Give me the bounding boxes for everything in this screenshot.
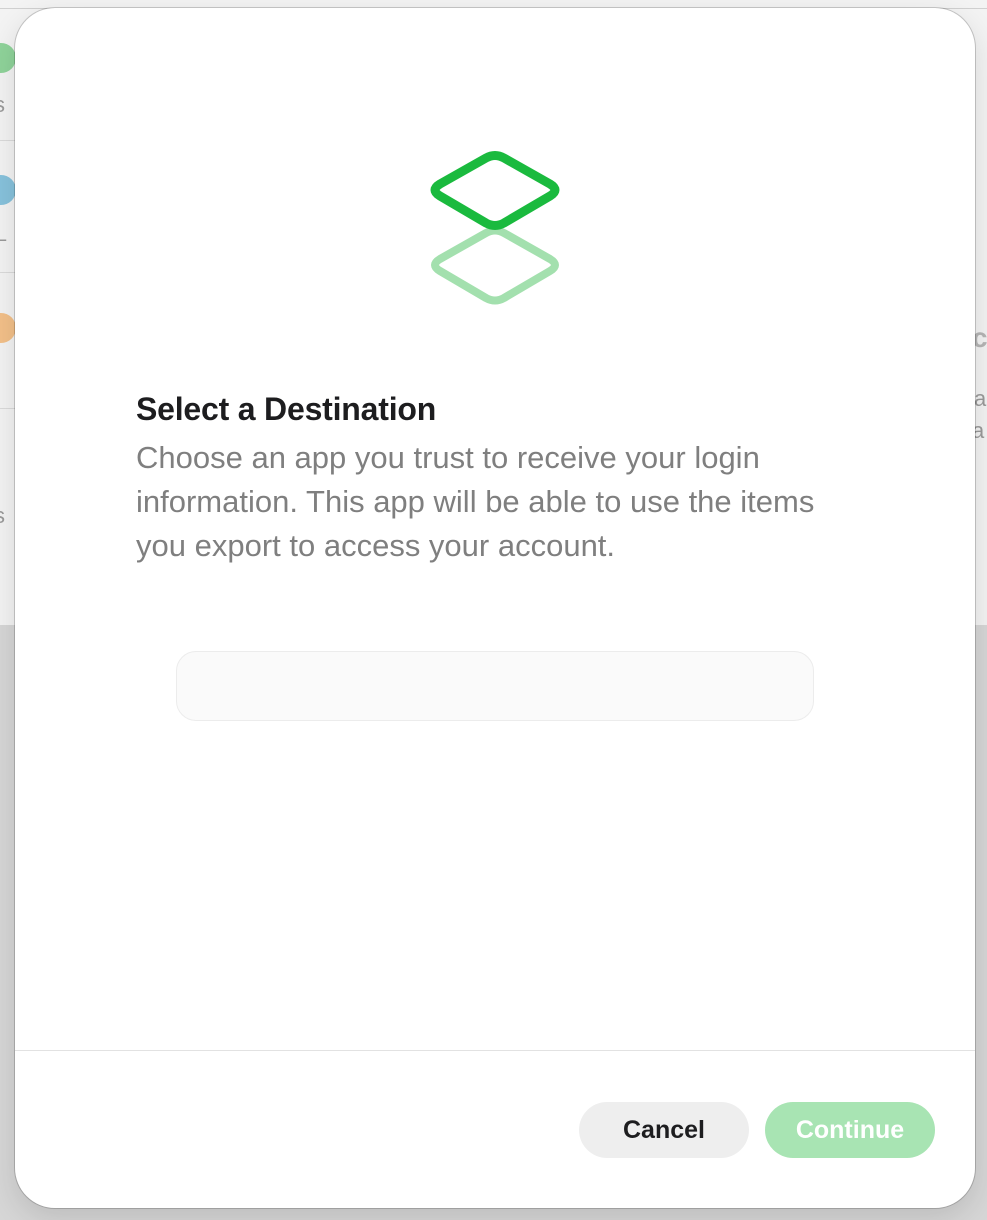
background-text-fragment: a	[974, 386, 987, 411]
background-text-fragment: –	[0, 226, 6, 252]
dialog-description: Choose an app you trust to receive your …	[136, 440, 815, 563]
cancel-button[interactable]: Cancel	[579, 1102, 749, 1158]
select-destination-sheet: Select a Destination Choose an app you t…	[15, 8, 975, 1208]
background-text-fragment: s	[0, 503, 5, 529]
background-text-fragment: s	[0, 92, 5, 118]
continue-button[interactable]: Continue	[765, 1102, 935, 1158]
stacked-layers-icon	[430, 151, 560, 305]
background-text-fragment: l	[0, 364, 1, 390]
background-avatar	[0, 175, 16, 205]
footer-divider	[15, 1050, 975, 1051]
background-avatar	[0, 313, 16, 343]
background-avatar	[0, 43, 16, 73]
destination-app-list[interactable]	[176, 651, 814, 721]
dialog-title: Select a Destination	[136, 391, 437, 427]
